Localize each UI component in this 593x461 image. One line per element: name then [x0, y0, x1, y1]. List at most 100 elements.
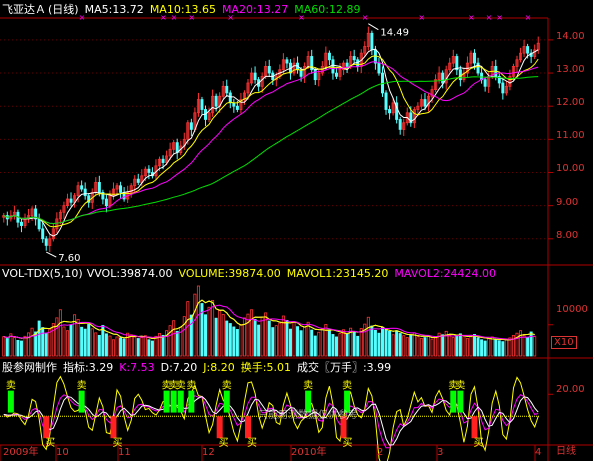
volume-bar — [16, 339, 20, 357]
volume-bar — [306, 321, 310, 357]
volume-bar — [126, 332, 130, 357]
date-label-mar: 3 — [437, 447, 444, 458]
buy-signal-label: 买 — [343, 437, 353, 449]
chart-canvas[interactable]: 14.497.60× × × × × × × × × × × ×卖卖卖卖卖卖卖卖卖卖卖买买买买买买只能… — [0, 0, 593, 461]
k-value: K:7.53 — [119, 361, 155, 374]
volume-bar — [235, 329, 239, 357]
volume-bar — [338, 333, 342, 357]
ma10-line — [3, 55, 539, 228]
candle-body — [44, 238, 48, 246]
period-corner-label[interactable]: 日线 — [556, 446, 576, 458]
volume-bar — [497, 340, 501, 357]
volume-bar — [172, 320, 176, 357]
volume-bar — [111, 339, 115, 357]
volume-bar — [398, 333, 402, 357]
candle-body — [97, 182, 101, 193]
volume-bar — [274, 325, 278, 357]
volume-bar — [267, 320, 271, 357]
volume-bar — [76, 319, 80, 357]
volume-bar — [451, 337, 455, 357]
volume-bar — [391, 334, 395, 357]
volume-bar — [168, 325, 172, 357]
volume-bar — [303, 326, 307, 357]
indicator-title: 股参网制作 — [2, 361, 57, 374]
candle-body — [161, 158, 165, 163]
candle-body — [334, 72, 338, 77]
candle-body — [175, 142, 179, 154]
price-tick-1400: 14.00 — [556, 31, 585, 42]
volume-bar — [271, 327, 275, 357]
volume-bar — [331, 334, 335, 357]
volume-bar — [448, 334, 452, 357]
volume-bar — [154, 335, 158, 357]
volume-bar — [228, 323, 232, 357]
volume-bar — [458, 333, 462, 357]
volume-bar — [419, 338, 423, 357]
volume-bar — [320, 328, 324, 357]
sell-signal-label: 卖 — [222, 380, 232, 392]
ma20-value: MA20:13.27 — [222, 3, 289, 16]
volume-bar — [380, 327, 384, 357]
volume-bar — [221, 314, 225, 357]
sell-signal-bar — [223, 390, 230, 413]
zhibiao-value: 指标:3.29 — [63, 361, 114, 374]
volume-bar — [23, 335, 27, 357]
volume-bar — [473, 334, 477, 357]
main-header: 飞亚达Ａ (日线) MA5:13.72 MA10:13.65 MA20:13.27 MA6… — [2, 3, 366, 16]
volume-bar — [504, 339, 508, 357]
sell-signal-label: 卖 — [303, 380, 313, 392]
sell-signal-bar — [163, 390, 170, 413]
volume-bar — [143, 335, 147, 357]
volume-bar — [487, 338, 491, 357]
date-label-nov: 11 — [118, 447, 131, 458]
volume-bar — [204, 314, 208, 357]
ind-tick-20: 20.00 — [556, 384, 585, 395]
buy-signal-label: 买 — [45, 437, 55, 449]
sell-signal-label: 卖 — [342, 380, 352, 392]
volume-bar — [2, 336, 6, 357]
volume-bar — [441, 334, 445, 357]
volume-bar — [122, 338, 126, 357]
volume-bar — [519, 330, 523, 357]
candle-body — [384, 92, 388, 110]
sell-signal-label: 卖 — [455, 380, 465, 392]
date-label-apr: 4 — [535, 447, 542, 458]
volume-bar — [136, 338, 140, 357]
price-tick-800: 8.00 — [556, 230, 579, 241]
volume-bar — [430, 338, 434, 357]
volume-bar — [494, 339, 498, 357]
watermark-text: 只能用测数据仅供参考 — [258, 408, 358, 421]
candle-body — [19, 221, 23, 226]
ma60-line — [3, 76, 539, 225]
top-signal-marker: × — [468, 13, 475, 22]
volume-bar — [48, 328, 52, 357]
sell-signal-bar — [177, 390, 184, 413]
volume-bar — [299, 330, 303, 357]
volume-bar — [483, 340, 487, 357]
volume-bar — [44, 332, 48, 357]
sell-signal-bar — [170, 390, 177, 413]
date-label-feb: 2 — [377, 447, 384, 458]
volume-bar — [402, 335, 406, 357]
candle-body — [214, 95, 218, 107]
high-marker-line — [368, 23, 379, 31]
volume-value: VOLUME:39874.00 — [178, 267, 281, 280]
sell-signal-label: 卖 — [77, 380, 87, 392]
volume-bar — [462, 335, 466, 357]
volume-bar — [97, 334, 101, 357]
candle-body — [225, 85, 229, 94]
volume-bar — [51, 323, 55, 357]
high-price-label: 14.49 — [380, 28, 409, 39]
volume-bar — [41, 327, 45, 357]
volume-bar — [104, 333, 108, 357]
volume-bar — [508, 337, 512, 357]
sell-signal-label: 卖 — [186, 380, 196, 392]
volume-bar — [207, 306, 211, 357]
candle-body — [147, 168, 151, 173]
top-signal-marker: × — [525, 13, 532, 22]
candle-body — [377, 62, 381, 74]
low-price-label: 7.60 — [58, 253, 80, 264]
top-signal-marker: × — [418, 13, 425, 22]
date-label-dec: 12 — [202, 447, 215, 458]
volume-bar — [175, 330, 179, 357]
